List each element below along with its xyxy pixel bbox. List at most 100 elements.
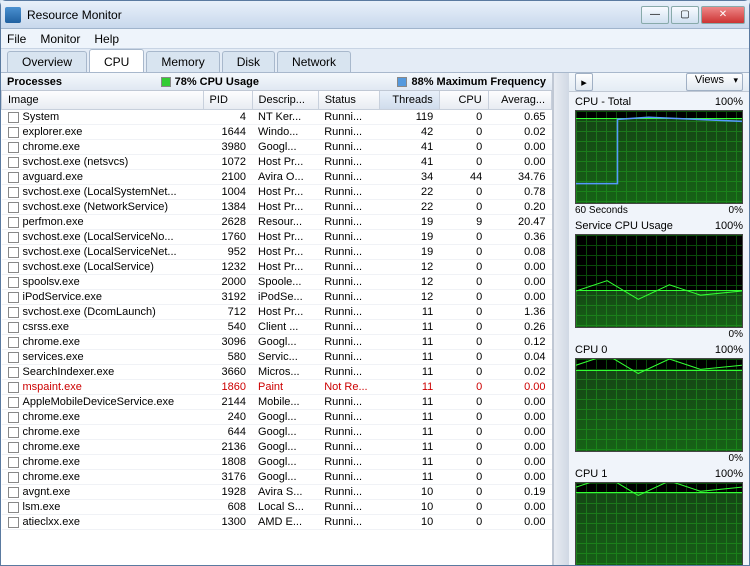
- row-checkbox[interactable]: [8, 487, 19, 498]
- column-header[interactable]: Descrip...: [252, 91, 318, 110]
- column-header[interactable]: CPU: [439, 91, 488, 110]
- table-row[interactable]: services.exe580Servic...Runni...1100.04: [2, 350, 552, 365]
- cell: Googl...: [252, 335, 318, 350]
- menu-help[interactable]: Help: [94, 32, 119, 46]
- table-row[interactable]: perfmon.exe2628Resour...Runni...19920.47: [2, 215, 552, 230]
- row-checkbox[interactable]: [8, 142, 19, 153]
- minimize-button[interactable]: —: [641, 6, 669, 24]
- maximize-button[interactable]: ▢: [671, 6, 699, 24]
- table-row[interactable]: svchost.exe (LocalServiceNo...1760Host P…: [2, 230, 552, 245]
- row-checkbox[interactable]: [8, 112, 19, 123]
- table-row[interactable]: avguard.exe2100Avira O...Runni...344434.…: [2, 170, 552, 185]
- row-checkbox[interactable]: [8, 457, 19, 468]
- cell: Googl...: [252, 470, 318, 485]
- column-header[interactable]: Status: [318, 91, 380, 110]
- cell: 0.02: [488, 365, 551, 380]
- row-checkbox[interactable]: [8, 352, 19, 363]
- row-checkbox[interactable]: [8, 322, 19, 333]
- vertical-scrollbar[interactable]: [553, 73, 569, 565]
- table-row[interactable]: avgnt.exe1928Avira S...Runni...1000.19: [2, 485, 552, 500]
- table-row[interactable]: svchost.exe (LocalService)1232Host Pr...…: [2, 260, 552, 275]
- menu-file[interactable]: File: [7, 32, 26, 46]
- row-checkbox[interactable]: [8, 367, 19, 378]
- row-checkbox[interactable]: [8, 442, 19, 453]
- row-checkbox[interactable]: [8, 502, 19, 513]
- row-checkbox[interactable]: [8, 127, 19, 138]
- tab-overview[interactable]: Overview: [7, 51, 87, 72]
- table-row[interactable]: chrome.exe240Googl...Runni...1100.00: [2, 410, 552, 425]
- row-checkbox[interactable]: [8, 247, 19, 258]
- cell: Host Pr...: [252, 305, 318, 320]
- row-checkbox[interactable]: [8, 187, 19, 198]
- row-checkbox[interactable]: [8, 202, 19, 213]
- row-checkbox[interactable]: [8, 307, 19, 318]
- table-row[interactable]: chrome.exe644Googl...Runni...1100.00: [2, 425, 552, 440]
- menu-monitor[interactable]: Monitor: [40, 32, 80, 46]
- table-row[interactable]: svchost.exe (netsvcs)1072Host Pr...Runni…: [2, 155, 552, 170]
- table-row[interactable]: spoolsv.exe2000Spoole...Runni...1200.00: [2, 275, 552, 290]
- table-row[interactable]: svchost.exe (LocalServiceNet...952Host P…: [2, 245, 552, 260]
- tab-memory[interactable]: Memory: [146, 51, 219, 72]
- views-dropdown[interactable]: Views: [686, 73, 743, 91]
- row-checkbox[interactable]: [8, 172, 19, 183]
- table-row[interactable]: AppleMobileDeviceService.exe2144Mobile..…: [2, 395, 552, 410]
- cell: 2144: [203, 395, 252, 410]
- table-row[interactable]: SearchIndexer.exe3660Micros...Runni...11…: [2, 365, 552, 380]
- cell: Runni...: [318, 500, 380, 515]
- table-row[interactable]: chrome.exe3980Googl...Runni...4100.00: [2, 140, 552, 155]
- cell: 1300: [203, 515, 252, 530]
- cell: 0.78: [488, 185, 551, 200]
- cell: 0: [439, 110, 488, 125]
- row-checkbox[interactable]: [8, 217, 19, 228]
- tab-network[interactable]: Network: [277, 51, 351, 72]
- row-checkbox[interactable]: [8, 427, 19, 438]
- cell: Runni...: [318, 230, 380, 245]
- table-row[interactable]: csrss.exe540Client ...Runni...1100.26: [2, 320, 552, 335]
- cell: 0: [439, 275, 488, 290]
- cell: 19: [380, 245, 439, 260]
- row-checkbox[interactable]: [8, 517, 19, 528]
- cell: 608: [203, 500, 252, 515]
- tab-cpu[interactable]: CPU: [89, 49, 144, 72]
- table-row[interactable]: atieclxx.exe1300AMD E...Runni...1000.00: [2, 515, 552, 530]
- cell: 11: [380, 380, 439, 395]
- column-header[interactable]: Averag...: [488, 91, 551, 110]
- cell: 11: [380, 350, 439, 365]
- row-checkbox[interactable]: [8, 157, 19, 168]
- close-button[interactable]: ✕: [701, 6, 745, 24]
- column-header[interactable]: PID: [203, 91, 252, 110]
- row-checkbox[interactable]: [8, 412, 19, 423]
- cell: 0: [439, 155, 488, 170]
- table-row[interactable]: iPodService.exe3192iPodSe...Runni...1200…: [2, 290, 552, 305]
- cell: 0.00: [488, 275, 551, 290]
- table-row[interactable]: mspaint.exe1860PaintNot Re...1100.00: [2, 380, 552, 395]
- table-row[interactable]: chrome.exe3096Googl...Runni...1100.12: [2, 335, 552, 350]
- column-header[interactable]: Image: [2, 91, 204, 110]
- tab-disk[interactable]: Disk: [222, 51, 275, 72]
- table-row[interactable]: chrome.exe2136Googl...Runni...1100.00: [2, 440, 552, 455]
- table-row[interactable]: svchost.exe (LocalSystemNet...1004Host P…: [2, 185, 552, 200]
- table-row[interactable]: svchost.exe (DcomLaunch)712Host Pr...Run…: [2, 305, 552, 320]
- row-checkbox[interactable]: [8, 472, 19, 483]
- cell: chrome.exe: [2, 140, 204, 155]
- table-row[interactable]: svchost.exe (NetworkService)1384Host Pr.…: [2, 200, 552, 215]
- processes-header[interactable]: Processes 78% CPU Usage 88% Maximum Freq…: [1, 73, 552, 91]
- cell: 0.00: [488, 260, 551, 275]
- table-row[interactable]: System4NT Ker...Runni...11900.65: [2, 110, 552, 125]
- row-checkbox[interactable]: [8, 337, 19, 348]
- collapse-charts-button[interactable]: ▸: [575, 73, 593, 91]
- cell: Runni...: [318, 335, 380, 350]
- table-row[interactable]: chrome.exe1808Googl...Runni...1100.00: [2, 455, 552, 470]
- table-row[interactable]: lsm.exe608Local S...Runni...1000.00: [2, 500, 552, 515]
- row-checkbox[interactable]: [8, 277, 19, 288]
- row-checkbox[interactable]: [8, 262, 19, 273]
- row-checkbox[interactable]: [8, 382, 19, 393]
- column-header[interactable]: Threads: [380, 91, 439, 110]
- table-row[interactable]: explorer.exe1644Windo...Runni...4200.02: [2, 125, 552, 140]
- row-checkbox[interactable]: [8, 292, 19, 303]
- process-table-wrap[interactable]: ImagePIDDescrip...StatusThreadsCPUAverag…: [1, 91, 552, 565]
- table-row[interactable]: chrome.exe3176Googl...Runni...1100.00: [2, 470, 552, 485]
- cell: Runni...: [318, 125, 380, 140]
- row-checkbox[interactable]: [8, 232, 19, 243]
- row-checkbox[interactable]: [8, 397, 19, 408]
